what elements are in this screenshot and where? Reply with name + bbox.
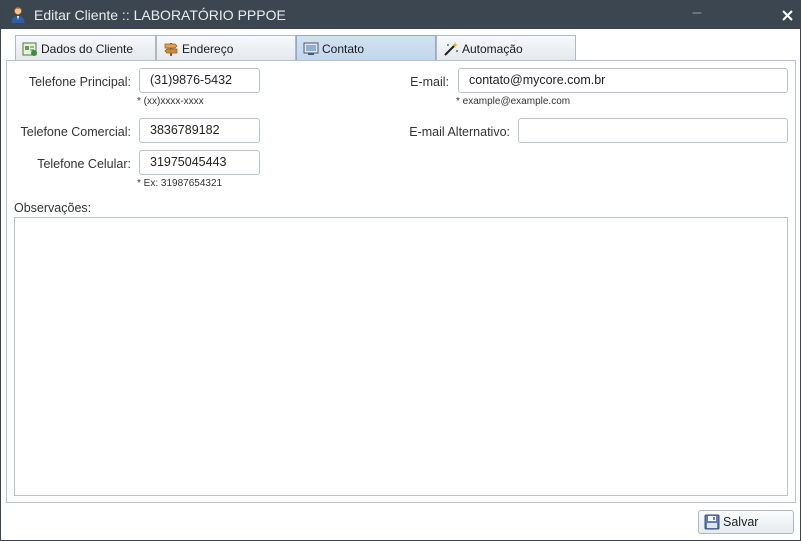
- user-icon: [11, 7, 25, 23]
- phone-main-field[interactable]: (31)9876-5432: [139, 68, 260, 93]
- tab-label: Automação: [462, 42, 523, 56]
- phone-main-label: Telefone Principal:: [28, 75, 131, 89]
- email-label: E-mail:: [410, 75, 449, 89]
- phone-commercial-label: Telefone Comercial:: [20, 125, 131, 139]
- phone-commercial-field[interactable]: 3836789182: [139, 118, 260, 143]
- notes-textarea[interactable]: [14, 217, 788, 496]
- minimize-button[interactable]: –: [685, 3, 709, 25]
- floppy-disk-icon: [704, 514, 720, 530]
- tab-label: Contato: [322, 42, 365, 56]
- magic-wand-icon: [444, 42, 458, 56]
- phone-main-hint: * (xx)xxxx-xxxx: [137, 96, 204, 107]
- save-label: Salvar: [723, 515, 759, 529]
- tab-label: Dados do Cliente: [41, 42, 134, 56]
- tab-client-data[interactable]: Dados do Cliente: [15, 35, 156, 61]
- email-hint: * example@example.com: [456, 96, 571, 107]
- monitor-icon: [303, 42, 319, 55]
- client-data-icon: [22, 42, 37, 56]
- save-button[interactable]: Salvar: [698, 510, 794, 534]
- title-bar[interactable]: Editar Cliente :: LABORATÓRIO PPPOE –: [1, 1, 800, 29]
- close-icon[interactable]: [775, 4, 799, 26]
- phone-mobile-hint: * Ex: 31987654321: [137, 178, 223, 189]
- edit-client-window: Editar Cliente :: LABORATÓRIO PPPOE – Da…: [0, 0, 801, 541]
- window-title: Editar Cliente :: LABORATÓRIO PPPOE: [34, 7, 286, 23]
- signpost-icon: [164, 43, 178, 56]
- tab-automation[interactable]: Automação: [436, 35, 576, 61]
- email-alt-field[interactable]: [518, 118, 788, 143]
- tab-label: Endereço: [182, 42, 234, 56]
- email-alt-label: E-mail Alternativo:: [409, 125, 510, 139]
- tab-contact[interactable]: Contato: [296, 35, 436, 61]
- phone-mobile-field[interactable]: 31975045443: [139, 150, 260, 175]
- tab-address[interactable]: Endereço: [156, 35, 296, 61]
- phone-mobile-label: Telefone Celular:: [37, 157, 131, 171]
- email-field[interactable]: contato@mycore.com.br: [458, 68, 788, 93]
- notes-label: Observações:: [14, 201, 92, 215]
